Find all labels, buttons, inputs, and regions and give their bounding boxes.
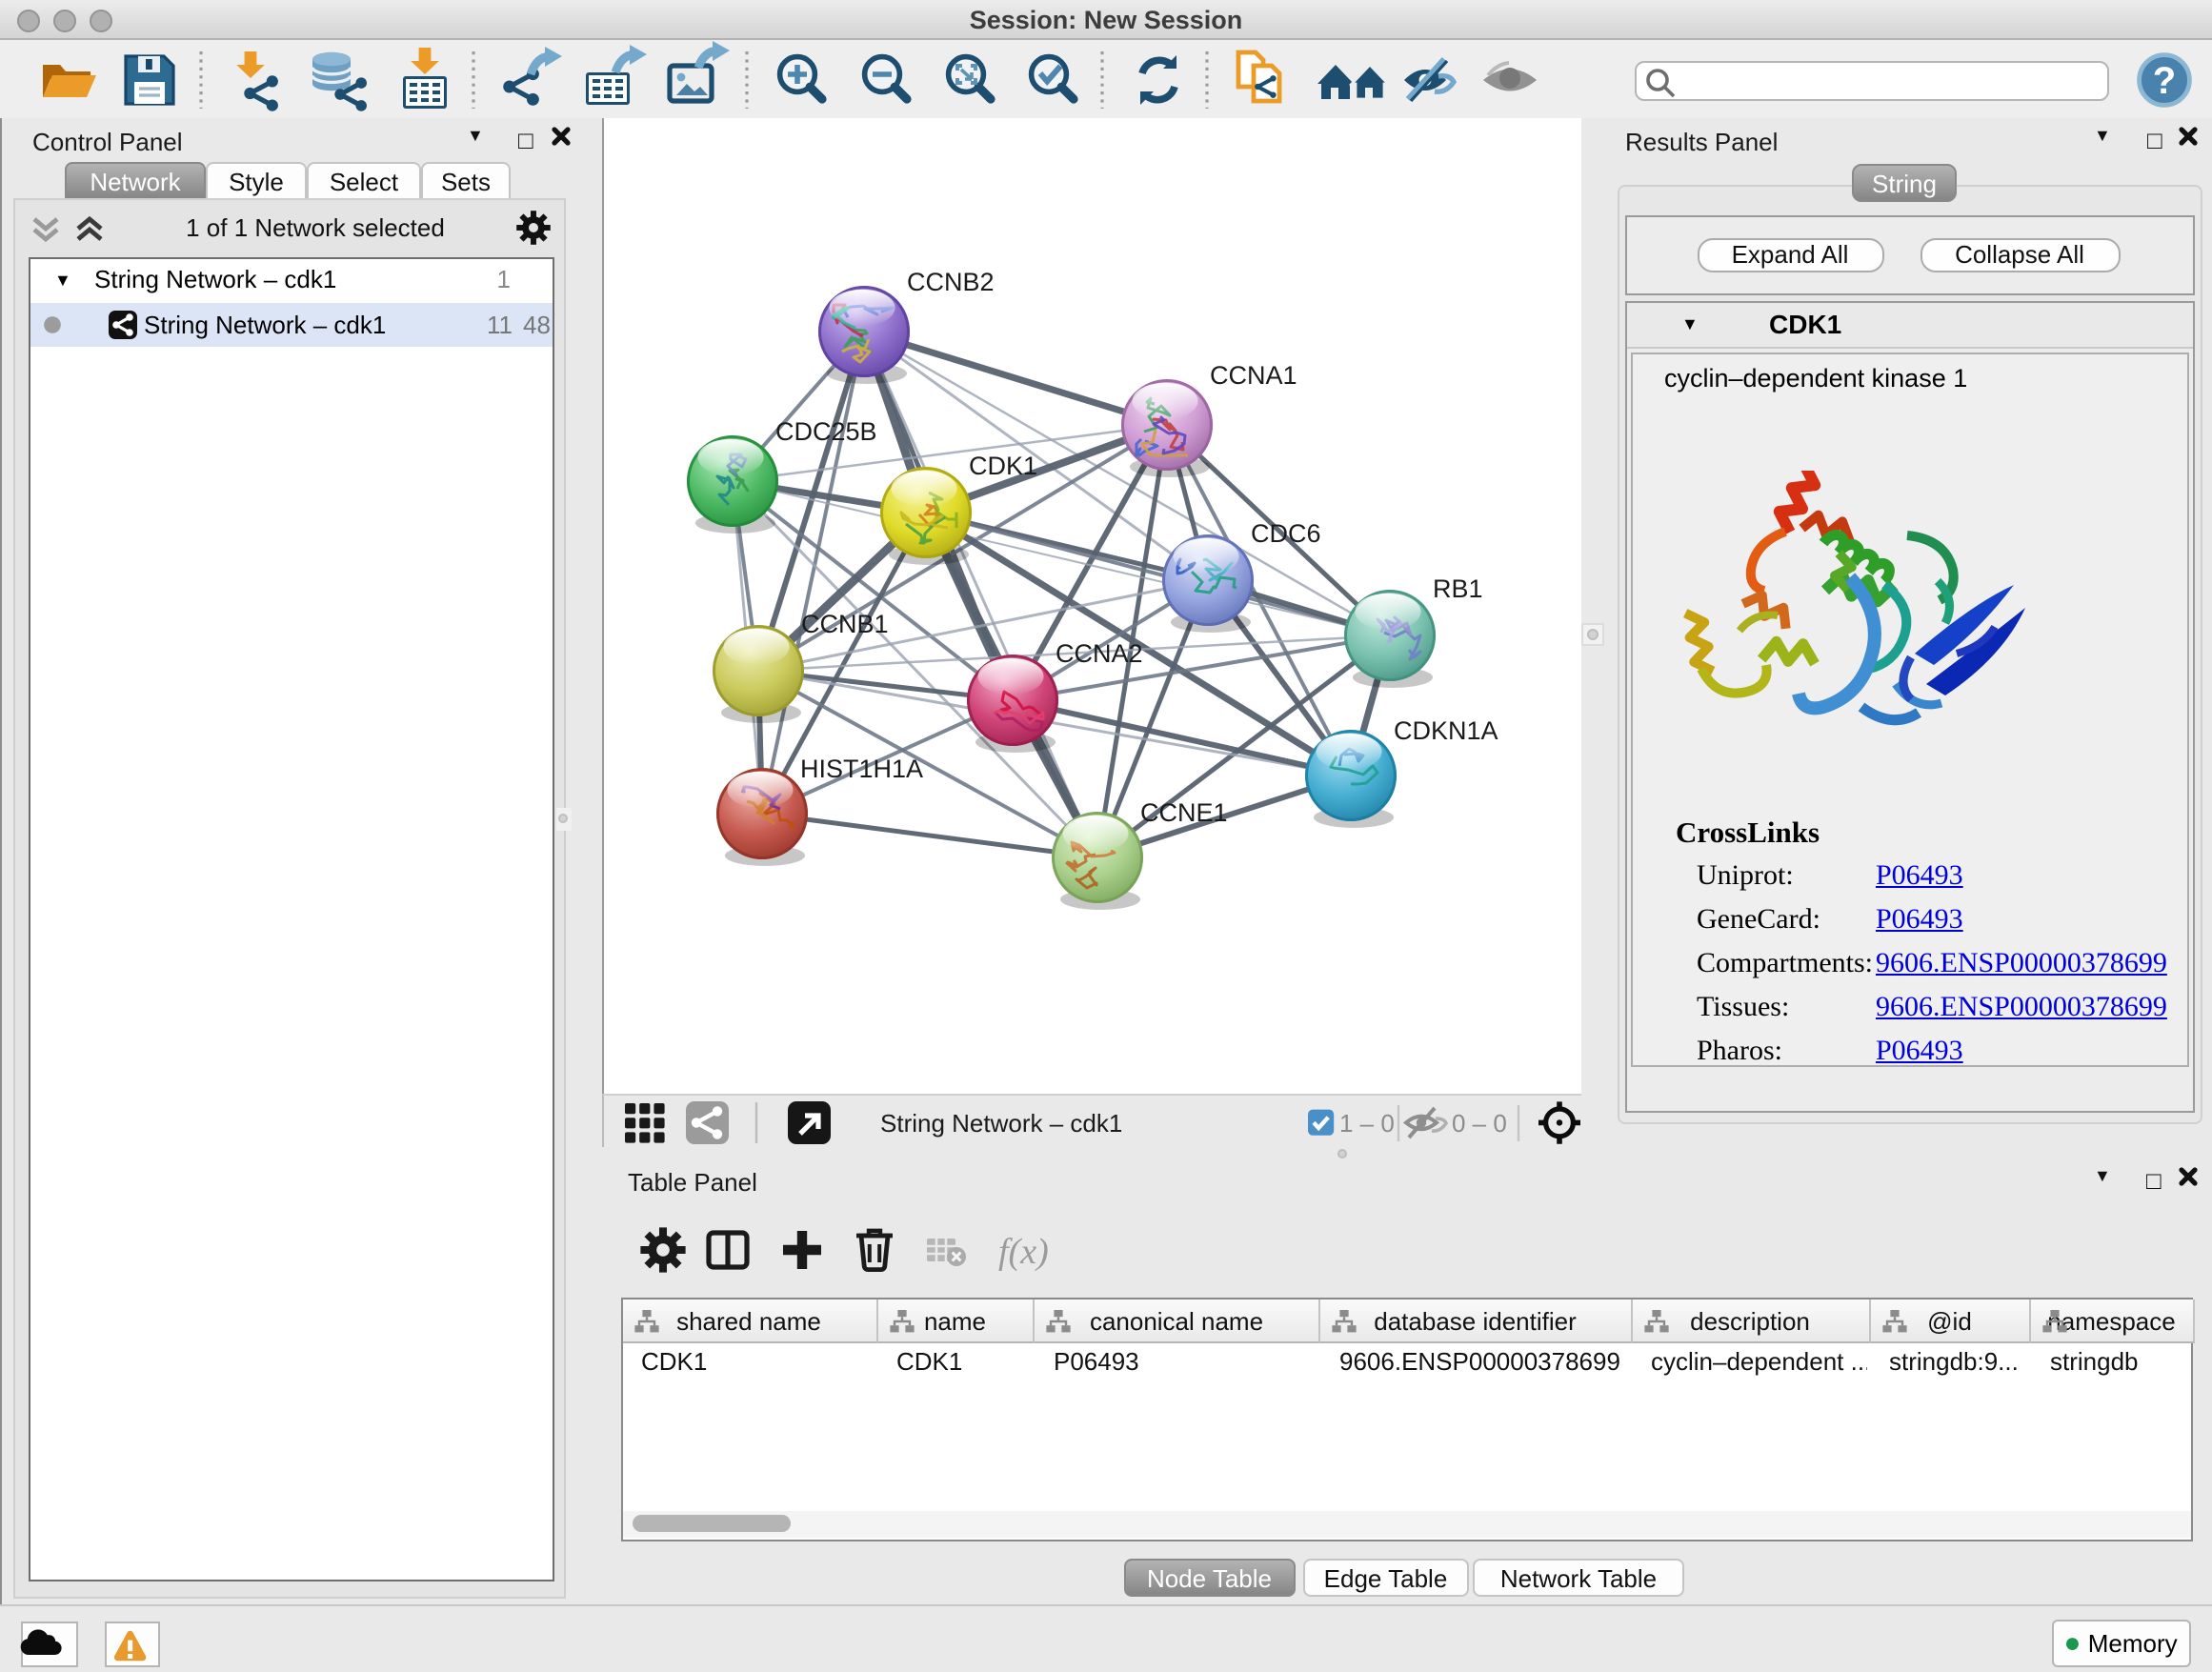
svg-text:CDKN1A: CDKN1A [1393,716,1498,745]
svg-text:RB1: RB1 [1432,574,1482,603]
svg-text:HIST1H1A: HIST1H1A [799,755,922,783]
svg-text:CCNE1: CCNE1 [1139,798,1227,827]
svg-text:CDC25B: CDC25B [774,417,876,446]
svg-text:1 – 0: 1 – 0 [1338,1108,1394,1137]
svg-text:0 – 0: 0 – 0 [1451,1108,1506,1137]
svg-text:f(x): f(x) [997,1232,1048,1272]
svg-text:CCNA2: CCNA2 [1055,639,1142,668]
svg-text:?: ? [2153,60,2176,102]
svg-text:CCNA1: CCNA1 [1209,361,1297,390]
svg-text:CDC6: CDC6 [1250,519,1320,548]
svg-text:CDK1: CDK1 [968,452,1036,480]
svg-text:String Network – cdk1: String Network – cdk1 [879,1108,1121,1137]
svg-text:CCNB2: CCNB2 [906,268,994,296]
svg-text:CCNB1: CCNB1 [800,610,888,638]
